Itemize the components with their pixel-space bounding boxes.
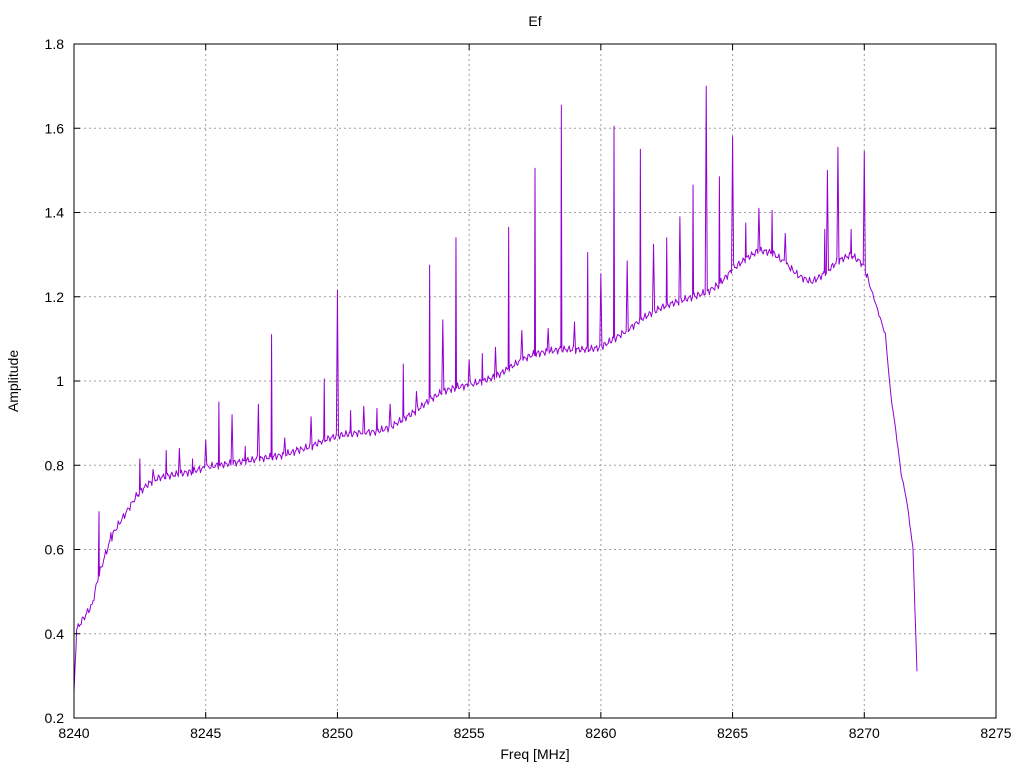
x-tick-label: 8255 bbox=[454, 725, 485, 741]
chart: 8240 8245 8250 8255 8260 8265 8270 8275 0.2 0.4 0… bbox=[0, 0, 1024, 768]
x-tick-label: 8240 bbox=[58, 725, 89, 741]
x-tick-label: 8275 bbox=[980, 725, 1011, 741]
x-tick-label: 8260 bbox=[585, 725, 616, 741]
y-tick-label: 0.6 bbox=[45, 542, 65, 558]
chart-title: Ef bbox=[528, 13, 541, 29]
y-tick-label: 1.2 bbox=[45, 289, 65, 305]
y-tick-label: 0.2 bbox=[45, 710, 65, 726]
chart-background bbox=[0, 0, 1024, 768]
y-tick-label: 1.6 bbox=[45, 120, 65, 136]
x-tick-label: 8250 bbox=[322, 725, 353, 741]
x-axis-label: Freq [MHz] bbox=[500, 746, 569, 762]
x-tick-label: 8245 bbox=[190, 725, 221, 741]
y-tick-label: 0.8 bbox=[45, 457, 65, 473]
y-tick-label: 1 bbox=[56, 373, 64, 389]
y-tick-label: 1.4 bbox=[45, 205, 65, 221]
x-tick-label: 8265 bbox=[717, 725, 748, 741]
y-tick-label: 0.4 bbox=[45, 626, 65, 642]
x-tick-label: 8270 bbox=[849, 725, 880, 741]
y-axis-label: Amplitude bbox=[5, 350, 21, 412]
y-tick-label: 1.8 bbox=[45, 36, 65, 52]
